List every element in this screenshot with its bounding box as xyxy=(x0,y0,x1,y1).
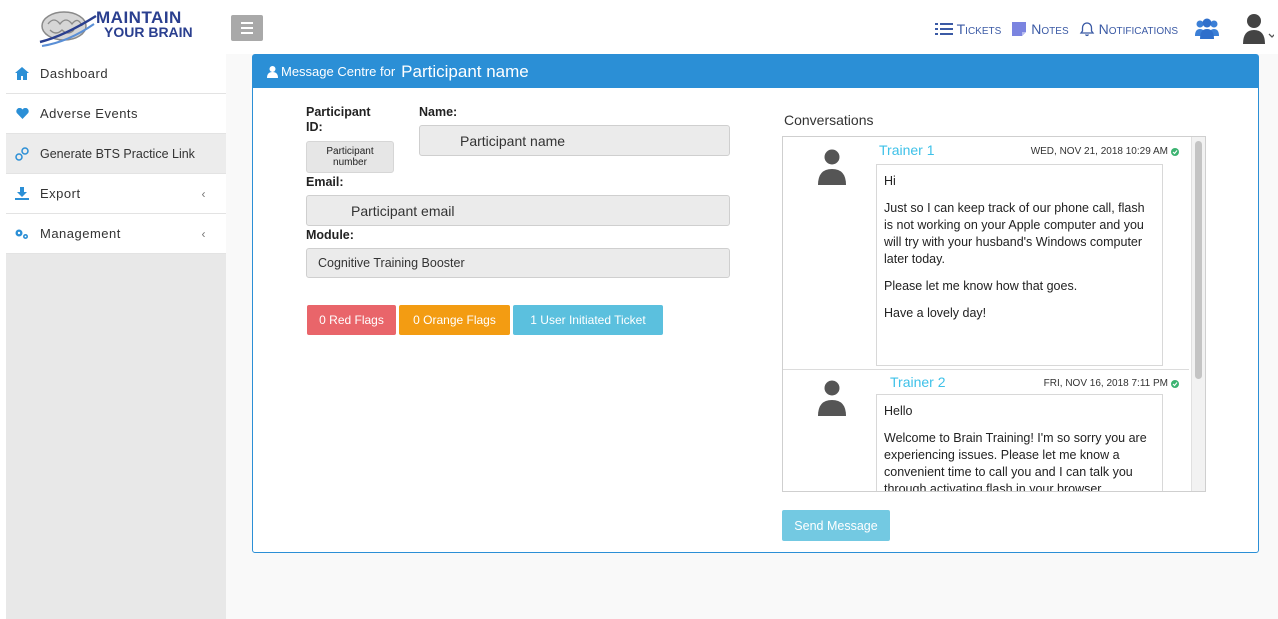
panel-header-prefix: Message Centre for xyxy=(281,64,396,79)
note-icon xyxy=(1012,22,1027,36)
sidebar: Dashboard Adverse Events Generate BTS Pr… xyxy=(6,54,226,619)
download-icon xyxy=(14,187,30,200)
top-nav: Tickets Notes Notifications xyxy=(934,12,1278,46)
check-circle-icon xyxy=(1171,379,1179,388)
message-date: WED, NOV 21, 2018 10:29 AM xyxy=(1031,146,1179,157)
email-field[interactable]: Participant email xyxy=(306,195,730,226)
message-date: FRI, NOV 16, 2018 7:11 PM xyxy=(1044,378,1179,389)
trainer-avatar-icon xyxy=(818,380,846,416)
module-field[interactable]: Cognitive Training Booster xyxy=(306,248,730,278)
sidebar-item-dashboard[interactable]: Dashboard xyxy=(6,54,226,94)
sidebar-item-adverse-events[interactable]: Adverse Events xyxy=(6,94,226,134)
module-label: Module: xyxy=(306,228,354,242)
notes-link[interactable]: Notes xyxy=(1011,21,1069,37)
hamburger-line xyxy=(241,27,253,29)
hamburger-line xyxy=(241,32,253,34)
top-bar: MAINTAIN YOUR BRAIN Tickets Notes Notifi… xyxy=(0,0,1278,54)
sidebar-item-generate-bts-link[interactable]: Generate BTS Practice Link xyxy=(6,134,226,174)
message-paragraph: Please let me know how that goes. xyxy=(884,279,1078,293)
message-paragraph: Hi xyxy=(884,174,896,188)
panel-header: Message Centre for Participant name xyxy=(253,55,1258,88)
heart-icon xyxy=(14,108,30,119)
send-message-button[interactable]: Send Message xyxy=(782,510,890,541)
users-icon xyxy=(1195,18,1219,39)
hamburger-icon xyxy=(241,22,253,24)
message-paragraph: Just so I can keep track of our phone ca… xyxy=(884,201,1145,266)
logo-line-2: YOUR BRAIN xyxy=(104,24,193,40)
chevron-left-icon: ‹ xyxy=(201,186,206,201)
sidebar-item-label: Export xyxy=(40,186,81,201)
message-sender: Trainer 2 xyxy=(890,374,946,390)
user-menu-button[interactable] xyxy=(1240,12,1278,46)
logo[interactable]: MAINTAIN YOUR BRAIN xyxy=(38,8,198,50)
sidebar-item-label: Generate BTS Practice Link xyxy=(40,146,195,161)
list-icon xyxy=(934,23,953,35)
message-paragraph: Welcome to Brain Training! I'm so sorry … xyxy=(884,431,1147,492)
conversations-title: Conversations xyxy=(784,112,874,128)
message-item: Trainer 2 FRI, NOV 16, 2018 7:11 PM Hell… xyxy=(783,370,1189,492)
gears-icon xyxy=(14,228,30,240)
sidebar-item-label: Management xyxy=(40,226,121,241)
email-label: Email: xyxy=(306,175,344,189)
sidebar-item-management[interactable]: Management ‹ xyxy=(6,214,226,254)
scrollbar[interactable] xyxy=(1191,137,1205,491)
name-field[interactable]: Participant name xyxy=(419,125,730,156)
link-icon xyxy=(14,146,30,161)
tickets-link[interactable]: Tickets xyxy=(934,21,1002,37)
message-date-text: WED, NOV 21, 2018 10:29 AM xyxy=(1030,146,1168,157)
check-circle-icon xyxy=(1171,147,1179,156)
notifications-link[interactable]: Notifications xyxy=(1079,21,1178,37)
message-sender: Trainer 1 xyxy=(879,142,935,158)
logo-line-1: MAINTAIN xyxy=(96,8,182,27)
brain-icon xyxy=(39,11,97,47)
user-icon xyxy=(267,65,278,78)
name-label: Name: xyxy=(419,105,458,119)
message-date-text: FRI, NOV 16, 2018 7:11 PM xyxy=(1043,378,1168,389)
scrollbar-thumb[interactable] xyxy=(1195,141,1202,379)
message-centre-panel: Message Centre for Participant name Part… xyxy=(252,54,1259,553)
message-paragraph: Have a lovely day! xyxy=(884,306,987,320)
bell-icon xyxy=(1079,22,1094,37)
message-body: Hello Welcome to Brain Training! I'm so … xyxy=(876,394,1163,492)
users-button[interactable] xyxy=(1194,18,1224,40)
trainer-avatar-icon xyxy=(818,149,846,185)
sidebar-toggle-button[interactable] xyxy=(231,15,263,41)
panel-header-participant-name: Participant name xyxy=(401,61,529,81)
sidebar-item-label: Adverse Events xyxy=(40,106,139,121)
red-flags-button[interactable]: 0 Red Flags xyxy=(307,305,396,335)
user-initiated-ticket-button[interactable]: 1 User Initiated Ticket xyxy=(513,305,663,335)
participant-id-value: Participant number xyxy=(306,141,394,173)
logo-text: MAINTAIN YOUR BRAIN xyxy=(96,8,193,40)
notifications-label: Notifications xyxy=(1098,21,1178,37)
message-paragraph: Hello xyxy=(884,404,913,418)
participant-id-label: Participant ID: xyxy=(306,105,371,134)
home-icon xyxy=(14,67,30,80)
conversations-list[interactable]: Trainer 1 WED, NOV 21, 2018 10:29 AM Hi … xyxy=(782,136,1206,492)
user-avatar-icon xyxy=(1243,14,1274,44)
message-item: Trainer 1 WED, NOV 21, 2018 10:29 AM Hi … xyxy=(783,137,1189,369)
notes-label: Notes xyxy=(1031,21,1069,37)
message-body: Hi Just so I can keep track of our phone… xyxy=(876,164,1163,366)
orange-flags-button[interactable]: 0 Orange Flags xyxy=(399,305,510,335)
tickets-label: Tickets xyxy=(956,21,1002,37)
sidebar-item-label: Dashboard xyxy=(40,66,109,81)
sidebar-item-export[interactable]: Export ‹ xyxy=(6,174,226,214)
chevron-left-icon: ‹ xyxy=(201,226,206,241)
